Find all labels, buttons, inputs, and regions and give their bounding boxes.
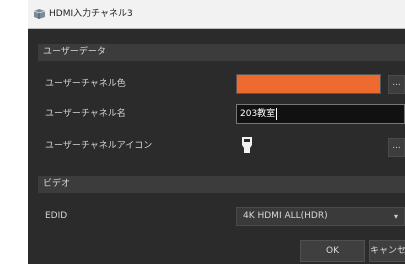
channel-color-browse-button[interactable]: ...: [388, 75, 405, 94]
channel-color-swatch[interactable]: [236, 74, 381, 94]
channel-name-input[interactable]: 203教室: [236, 104, 405, 124]
section-video: ビデオ: [38, 176, 405, 193]
title-bar: HDMI入力チャネル3: [28, 0, 405, 28]
channel-name-value: 203教室: [240, 109, 276, 119]
hdmi-connector-icon[interactable]: [241, 136, 253, 154]
cancel-button[interactable]: キャンセル: [369, 240, 405, 262]
title-divider: [28, 28, 405, 29]
channel-icon-label: ユーザーチャネルアイコン: [45, 141, 153, 151]
text-caret: [276, 107, 278, 120]
app-icon: [33, 9, 46, 19]
edid-selected-value: 4K HDMI ALL(HDR): [243, 211, 328, 221]
window-title: HDMI入力チャネル3: [49, 9, 133, 19]
edid-select[interactable]: 4K HDMI ALL(HDR) ▾: [236, 207, 405, 226]
chevron-down-icon: ▾: [394, 212, 399, 221]
channel-icon-browse-button[interactable]: ...: [388, 138, 405, 157]
section-user-data-label: ユーザーデータ: [43, 47, 106, 57]
ok-button[interactable]: OK: [300, 240, 365, 262]
section-user-data: ユーザーデータ: [38, 44, 405, 61]
dialog-window: HDMI入力チャネル3 ユーザーデータ ユーザーチャネル色 ... ユーザーチャ…: [28, 0, 405, 264]
section-video-label: ビデオ: [43, 179, 71, 189]
channel-name-label: ユーザーチャネル名: [45, 109, 126, 119]
edid-label: EDID: [45, 211, 68, 221]
channel-color-label: ユーザーチャネル色: [45, 79, 126, 89]
